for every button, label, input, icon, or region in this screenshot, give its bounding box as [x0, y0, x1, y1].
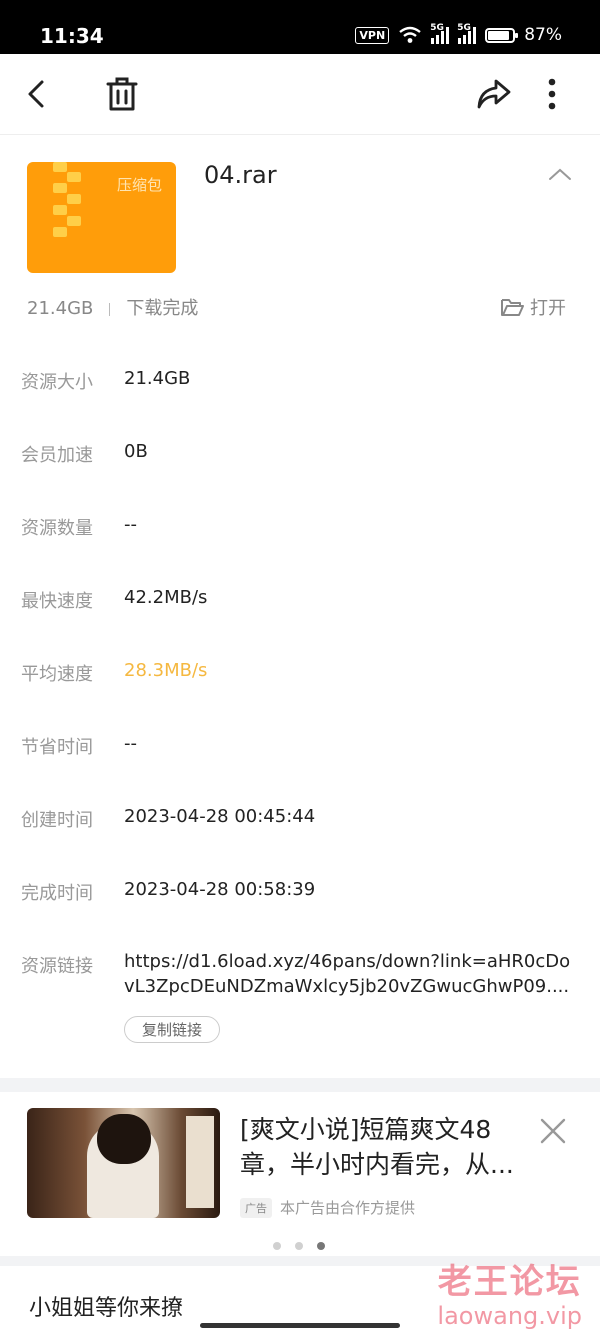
ad-badge: 广告 [240, 1197, 272, 1218]
battery-level [488, 30, 510, 40]
detail-value: -- [124, 514, 137, 535]
ad-image[interactable] [27, 1108, 220, 1218]
signal-icon: 5G [457, 23, 477, 44]
detail-value: 21.4GB [124, 368, 191, 389]
status-bar: 11:34 VPN 5G 5G 87% [0, 0, 600, 54]
detail-label: 资源链接 [21, 956, 93, 977]
ad-provider: 本广告由合作方提供 [280, 1199, 416, 1217]
folder-open-icon [501, 299, 524, 316]
carousel-dot[interactable] [295, 1242, 303, 1250]
thumbnail-label: 压缩包 [116, 176, 162, 194]
status-icons: VPN 5G 5G 87% [355, 23, 562, 45]
watermark: 老王论坛 laowang.vip [437, 1262, 582, 1330]
vpn-badge: VPN [355, 26, 390, 44]
open-label: 打开 [530, 298, 566, 319]
detail-label: 最快速度 [21, 591, 93, 612]
detail-label: 会员加速 [21, 445, 93, 466]
detail-value: 2023-04-28 00:45:44 [124, 806, 316, 827]
ad-title[interactable]: [爽文小说]短篇爽文48章，半小时内看完，从... [240, 1112, 540, 1182]
signal-icon: 5G [430, 23, 450, 44]
carousel-dot[interactable] [273, 1242, 281, 1250]
detail-value: -- [124, 733, 137, 754]
trash-icon[interactable] [102, 74, 142, 114]
file-size: 21.4GB [27, 298, 94, 319]
home-indicator[interactable] [200, 1323, 400, 1328]
battery-icon [485, 27, 519, 43]
detail-value: 0B [124, 441, 148, 462]
detail-label: 资源数量 [21, 518, 93, 539]
detail-value: 42.2MB/s [124, 587, 208, 608]
resource-link-line: vL3ZpcDEuNDZmaWxlcy5jb20vZGwucGhwP09.... [124, 976, 570, 997]
wifi-icon [399, 26, 421, 43]
detail-label: 节省时间 [21, 737, 93, 758]
file-meta: 21.4GB 下载完成 [27, 294, 198, 320]
close-icon[interactable] [538, 1116, 568, 1146]
resource-link-line: https://d1.6load.xyz/46pans/down?link=aH… [124, 951, 571, 972]
chevron-up-icon[interactable] [545, 162, 575, 188]
carousel-dots [273, 1242, 325, 1250]
back-arrow-icon[interactable] [18, 74, 58, 114]
divider [109, 302, 111, 316]
signal-net-label: 5G [430, 23, 444, 33]
detail-value: 2023-04-28 00:58:39 [124, 879, 316, 900]
detail-label: 平均速度 [21, 664, 93, 685]
share-icon[interactable] [474, 74, 514, 114]
file-name: 04.rar [204, 161, 277, 189]
carousel-dot[interactable] [317, 1242, 325, 1250]
status-time: 11:34 [40, 24, 104, 48]
more-vertical-icon[interactable] [532, 74, 572, 114]
ad-tag: 广告 本广告由合作方提供 [240, 1197, 415, 1218]
signal-net-label: 5G [457, 23, 471, 33]
watermark-en: laowang.vip [437, 1302, 582, 1330]
resource-link[interactable]: https://d1.6load.xyz/46pans/down?link=aH… [124, 949, 584, 999]
download-status: 下载完成 [126, 298, 199, 319]
open-button[interactable]: 打开 [500, 294, 566, 320]
detail-label: 完成时间 [21, 883, 93, 904]
section-divider [0, 1078, 600, 1092]
archive-thumbnail: 压缩包 [27, 162, 176, 273]
detail-label: 创建时间 [21, 810, 93, 831]
battery-percent: 87% [524, 25, 562, 45]
watermark-cn: 老王论坛 [437, 1262, 582, 1302]
detail-label: 资源大小 [21, 372, 93, 393]
bottom-banner-text[interactable]: 小姐姐等你来撩 [29, 1290, 183, 1322]
toolbar [0, 54, 600, 135]
copy-link-button[interactable]: 复制链接 [124, 1016, 220, 1043]
detail-value-accent: 28.3MB/s [124, 660, 208, 681]
